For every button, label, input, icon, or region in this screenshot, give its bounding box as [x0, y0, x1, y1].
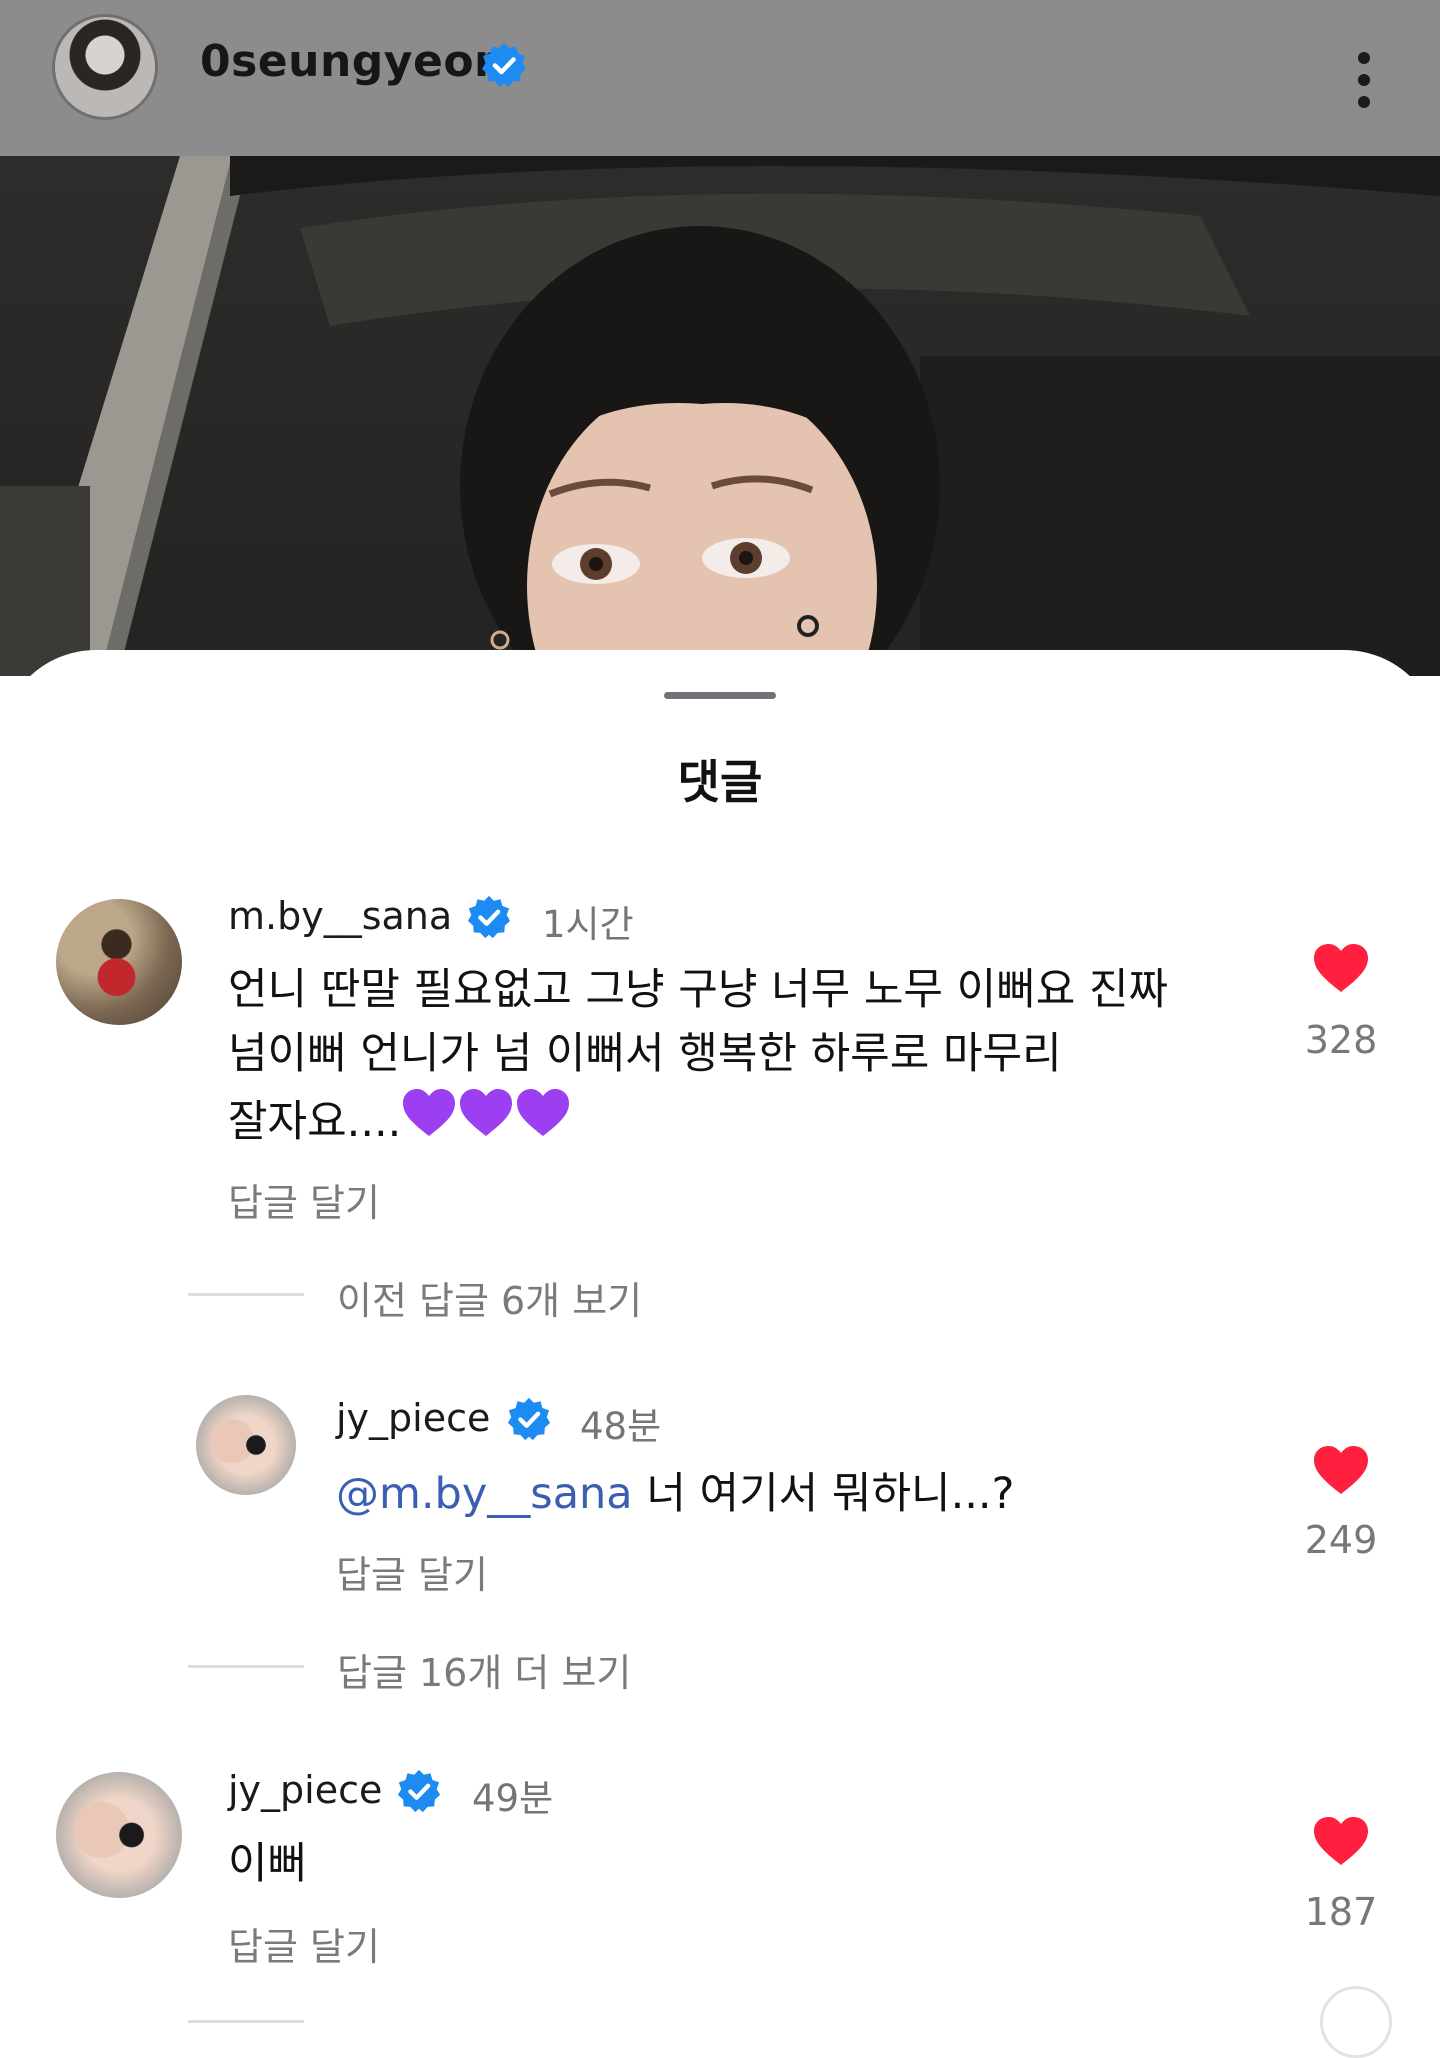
comments-sheet: 댓글 [0, 650, 1440, 2026]
verified-badge-icon [467, 895, 511, 939]
view-more-replies[interactable]: 답글 16개 더 보기 [337, 1642, 631, 1697]
verified-badge-icon [507, 1397, 551, 1441]
post-photo[interactable] [0, 156, 1440, 676]
comment-time: 1시간 [542, 903, 634, 946]
reply-button[interactable]: 답글 달기 [228, 1172, 380, 1227]
heart-icon[interactable] [1312, 1444, 1370, 1496]
view-previous-replies[interactable]: 이전 답글 6개 보기 [337, 1270, 642, 1325]
comment-text: 이뻐 [228, 1839, 308, 1889]
heart-icon[interactable] [1312, 942, 1370, 994]
commenter-avatar[interactable] [56, 899, 182, 1025]
like-count: 328 [1304, 1018, 1378, 1062]
reply-button[interactable]: 답글 달기 [228, 1916, 380, 1971]
comment-username[interactable]: m.by__sana [228, 894, 452, 938]
author-avatar[interactable] [52, 14, 158, 120]
purple-heart-emoji-icon [403, 1089, 570, 1136]
comment-time: 48분 [580, 1405, 662, 1448]
more-vert-icon[interactable] [1346, 34, 1382, 126]
verified-badge-icon [482, 43, 526, 87]
sheet-title: 댓글 [677, 755, 763, 809]
comment-username[interactable]: jy_piece [228, 1768, 382, 1812]
drag-handle[interactable] [664, 692, 776, 699]
comment-text-segment: 너 여기서 뭐하니...? [632, 1469, 1015, 1519]
photo-illustration [0, 156, 1440, 676]
verified-badge-icon [397, 1769, 441, 1813]
mention-link[interactable]: @m.by__sana [336, 1469, 633, 1519]
post-header: 0seungyeon [0, 0, 1440, 156]
thread-divider [188, 2020, 304, 2023]
thread-divider [188, 1665, 304, 1668]
comment-text-line: 잘자요.... [228, 1086, 1168, 1154]
reply-button[interactable]: 답글 달기 [336, 1544, 488, 1599]
scroll-top-button[interactable] [1320, 1986, 1392, 2058]
commenter-avatar[interactable] [196, 1395, 296, 1495]
comment-text-line: 넘이뻐 언니가 넘 이뻐서 행복한 하루로 마무리 [228, 1029, 1062, 1079]
commenter-avatar[interactable] [56, 1772, 182, 1898]
like-count: 249 [1304, 1518, 1378, 1562]
like-count: 187 [1304, 1890, 1378, 1934]
comment-text-line: 언니 딴말 필요없고 그냥 구냥 너무 노무 이뻐요 진짜 [228, 965, 1169, 1015]
heart-icon[interactable] [1312, 1815, 1370, 1867]
comment-time: 49분 [472, 1777, 554, 1820]
comment-username[interactable]: jy_piece [336, 1396, 490, 1440]
comment-text-segment: 잘자요.... [228, 1097, 402, 1147]
thread-divider [188, 1293, 304, 1296]
comment-text: 언니 딴말 필요없고 그냥 구냥 너무 노무 이뻐요 진짜 넘이뻐 언니가 넘 … [228, 958, 1168, 1154]
author-username[interactable]: 0seungyeon [200, 36, 506, 87]
comment-text: @m.by__sana 너 여기서 뭐하니...? [336, 1462, 1014, 1526]
